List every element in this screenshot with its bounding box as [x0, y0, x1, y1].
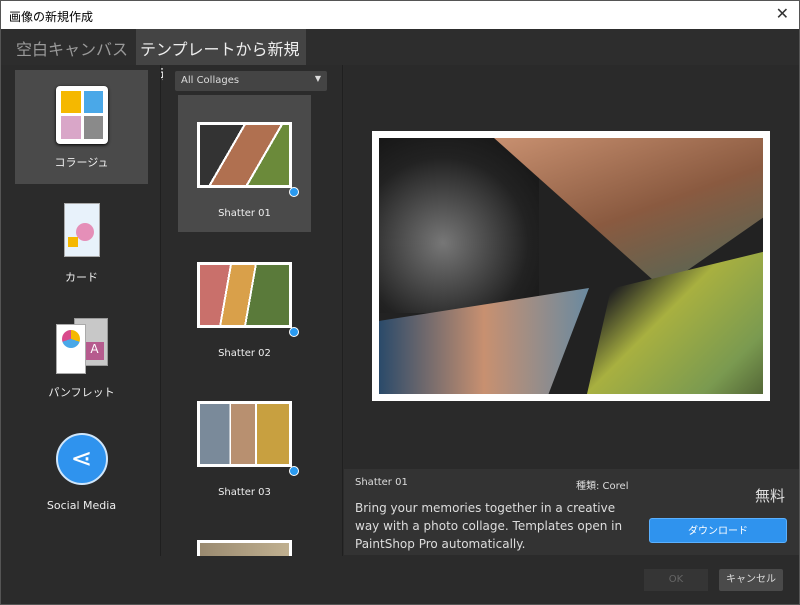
download-indicator-icon: [289, 466, 299, 476]
download-indicator-icon: [289, 327, 299, 337]
category-label: コラージュ: [54, 156, 109, 169]
dropdown-value: All Collages: [181, 75, 240, 86]
brochure-icon: A: [55, 316, 108, 374]
template-thumbnail: [197, 262, 292, 328]
preview-image: [372, 131, 770, 401]
collage-icon: [55, 86, 108, 144]
template-thumbnail: [197, 401, 292, 467]
download-indicator-icon: [289, 187, 299, 197]
template-info-panel: Shatter 01 種類: Corel Bring your memories…: [344, 469, 799, 555]
template-name: Shatter 01: [355, 477, 408, 488]
template-price: 無料: [754, 487, 785, 505]
ok-button[interactable]: OK: [644, 569, 708, 591]
category-collage[interactable]: コラージュ: [15, 70, 148, 184]
template-item[interactable]: [178, 513, 311, 556]
template-label: Shatter 01: [218, 208, 271, 219]
template-preview: [344, 65, 799, 469]
template-thumbnail: [197, 122, 292, 188]
tab-blank-canvas[interactable]: 空白キャンバス: [16, 29, 128, 65]
template-item[interactable]: Shatter 01: [178, 95, 311, 232]
category-card[interactable]: カード: [15, 185, 148, 299]
card-icon: [56, 201, 108, 259]
template-list: All Collages ▼ Shatter 01 Shatter 02 Shat…: [163, 65, 343, 556]
category-sidebar: コラージュ カード A パンフレット ⋖ Social Media: [1, 65, 161, 556]
download-button[interactable]: ダウンロード: [649, 518, 787, 543]
category-label: パンフレット: [48, 386, 115, 399]
cancel-button[interactable]: キャンセル: [719, 569, 783, 591]
category-label: カード: [65, 271, 98, 284]
title-bar: 画像の新規作成 ✕: [1, 1, 799, 29]
template-label: Shatter 03: [218, 487, 271, 498]
category-brochure[interactable]: A パンフレット: [15, 300, 148, 414]
share-icon: ⋖: [55, 431, 108, 489]
template-label: Shatter 02: [218, 348, 271, 359]
tab-bar: 空白キャンバス テンプレートから新規作成: [1, 29, 799, 83]
template-thumbnail: [197, 540, 292, 556]
chevron-down-icon: ▼: [314, 74, 321, 83]
template-type: 種類: Corel: [576, 481, 629, 492]
collage-filter-dropdown[interactable]: All Collages ▼: [175, 71, 327, 91]
window-title: 画像の新規作成: [9, 10, 94, 24]
category-social-media[interactable]: ⋖ Social Media: [15, 415, 148, 529]
template-item[interactable]: Shatter 03: [178, 374, 311, 511]
dialog-footer: OK キャンセル: [1, 556, 799, 604]
template-item[interactable]: Shatter 02: [178, 235, 311, 372]
category-label: Social Media: [46, 499, 117, 512]
close-icon[interactable]: ✕: [776, 4, 789, 23]
template-description: Bring your memories together in a creati…: [355, 501, 623, 551]
tab-from-template[interactable]: テンプレートから新規作成: [136, 29, 306, 83]
